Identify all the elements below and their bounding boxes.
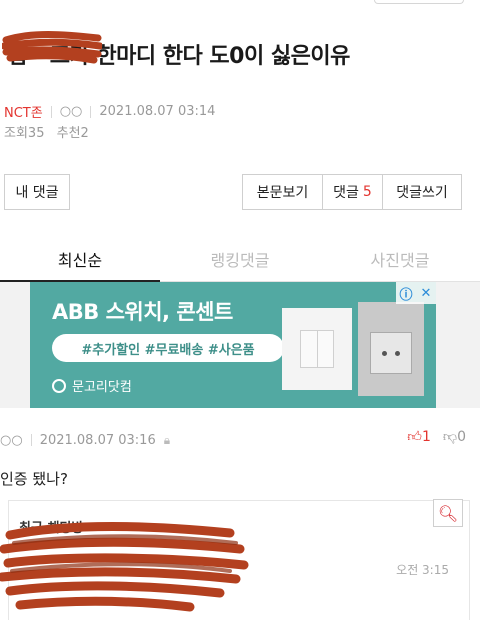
recommend-count: 2: [80, 126, 89, 141]
ad-controls: ⓘ ✕: [396, 282, 436, 304]
ad-container: ABB 스위치, 콘센트 #추가할인 #무료배송 #사은품 문고리닷컴 ⓘ ✕: [0, 282, 480, 408]
tab-latest[interactable]: 최신순: [0, 236, 160, 282]
views-label: 조회: [4, 126, 28, 141]
outlet-product-image: [358, 302, 424, 396]
divider: [30, 434, 32, 446]
post-datetime: 2021.08.07 03:14: [99, 104, 216, 119]
divider: [50, 105, 52, 118]
tab-photo[interactable]: 사진댓글: [320, 236, 480, 281]
divider: [90, 105, 92, 118]
view-post-button[interactable]: 본문보기: [243, 175, 323, 209]
comment-text: 인증 됐나?: [0, 470, 68, 488]
lock-icon[interactable]: 🔒︎: [164, 433, 170, 448]
post-author[interactable]: ○○: [60, 104, 83, 119]
write-comment-label: 댓글쓰기: [396, 185, 448, 201]
dislike-count: 0: [457, 429, 466, 445]
comments-label: 댓글: [333, 185, 359, 201]
thumbs-up-icon: 👍︎: [407, 429, 422, 445]
redaction-scribble: [0, 522, 249, 612]
post-stats: 조회35 추천2: [4, 122, 89, 141]
top-strip: [0, 0, 480, 16]
comment-datetime: 2021.08.07 03:16: [39, 432, 156, 448]
recent-chat-time: 오전 3:15: [396, 563, 449, 577]
board-link[interactable]: NCT존: [4, 102, 43, 121]
thumbs-down-icon: 👎︎: [442, 429, 458, 445]
redaction-scribble: [2, 31, 102, 64]
comment-actions: 본문보기 댓글 5 댓글쓰기: [242, 174, 462, 210]
like-count: 1: [421, 429, 431, 445]
dislike-button[interactable]: 👎︎0: [443, 428, 466, 445]
switch-product-image: [282, 308, 352, 390]
outlet-icon: [370, 332, 412, 374]
top-button-fragment[interactable]: [374, 0, 464, 4]
comment-author[interactable]: ○○: [0, 433, 23, 448]
tab-ranking[interactable]: 랭킹댓글: [160, 236, 320, 281]
switch-icon: [300, 330, 334, 368]
ad-tags: #추가할인 #무료배송 #사은품: [52, 334, 284, 362]
views-count: 35: [27, 126, 45, 141]
info-icon[interactable]: ⓘ: [396, 282, 416, 304]
ad-brand-name: 문고리닷컴: [72, 380, 132, 395]
comment-count: 5: [362, 184, 372, 200]
post-meta: NCT존 ○○ 2021.08.07 03:14: [4, 102, 215, 121]
comments-button[interactable]: 댓글 5: [323, 175, 383, 209]
view-post-label: 본문보기: [256, 185, 309, 201]
like-button[interactable]: 👍︎1: [407, 428, 431, 445]
ad-banner[interactable]: ABB 스위치, 콘센트 #추가할인 #무료배송 #사은품 문고리닷컴 ⓘ ✕: [30, 282, 436, 408]
search-button[interactable]: 🔍︎: [433, 499, 463, 527]
ad-title: ABB 스위치, 콘센트: [52, 300, 233, 324]
search-icon: 🔍︎: [437, 503, 459, 523]
close-icon[interactable]: ✕: [416, 282, 436, 304]
write-comment-button[interactable]: 댓글쓰기: [383, 175, 461, 209]
comment-stats: 👍︎1 👎︎0: [407, 428, 466, 445]
brand-logo-icon: [52, 378, 66, 393]
recommend-label: 추천: [56, 126, 81, 141]
ad-brand: 문고리닷컴: [52, 376, 132, 395]
my-comments-button[interactable]: 내 댓글: [4, 174, 70, 210]
comment-sort-tabs: 최신순 랭킹댓글 사진댓글: [0, 236, 480, 282]
